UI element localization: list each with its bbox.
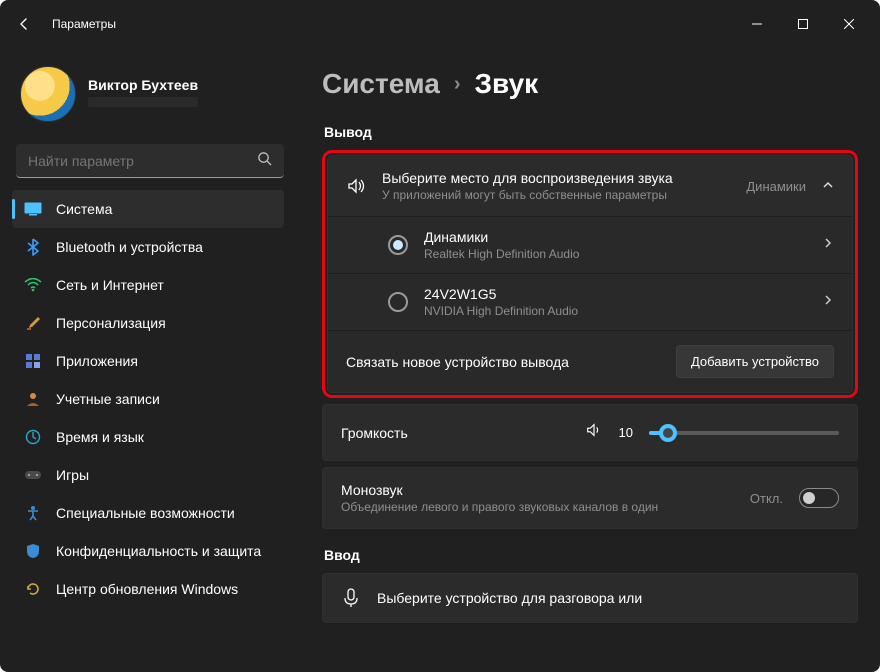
nav-privacy[interactable]: Конфиденциальность и защита: [12, 532, 284, 570]
apps-icon: [24, 352, 42, 370]
slider-thumb[interactable]: [659, 424, 677, 442]
nav-list: Система Bluetooth и устройства Сеть и Ин…: [12, 190, 288, 672]
profile[interactable]: Виктор Бухтеев: [12, 48, 288, 140]
maximize-icon: [798, 19, 808, 29]
mono-row[interactable]: Монозвук Объединение левого и правого зв…: [323, 468, 857, 528]
user-email-redacted: [88, 97, 198, 107]
radio-selected[interactable]: [388, 235, 408, 255]
search-icon: [257, 151, 272, 171]
volume-icon[interactable]: [585, 421, 603, 444]
section-output-title: Вывод: [324, 124, 858, 140]
output-chooser-title: Выберите место для воспроизведения звука: [382, 170, 730, 186]
wifi-icon: [24, 276, 42, 294]
close-button[interactable]: [826, 8, 872, 40]
nav-network[interactable]: Сеть и Интернет: [12, 266, 284, 304]
update-icon: [24, 580, 42, 598]
input-chooser-title: Выберите устройство для разговора или: [377, 590, 839, 606]
nav-label: Конфиденциальность и защита: [56, 543, 261, 559]
nav-label: Центр обновления Windows: [56, 581, 238, 597]
maximize-button[interactable]: [780, 8, 826, 40]
input-device-card: Выберите устройство для разговора или: [322, 573, 858, 623]
output-device-card: Выберите место для воспроизведения звука…: [327, 155, 853, 393]
chevron-up-icon: [822, 179, 834, 194]
nav-accounts[interactable]: Учетные записи: [12, 380, 284, 418]
mono-subtitle: Объединение левого и правого звуковых ка…: [341, 500, 734, 514]
search-input[interactable]: [28, 153, 257, 169]
nav-label: Игры: [56, 467, 89, 483]
pair-text: Связать новое устройство вывода: [346, 354, 660, 370]
main-content: Система › Звук Вывод Выберите место для …: [300, 48, 880, 672]
back-button[interactable]: [8, 8, 40, 40]
breadcrumb: Система › Звук: [322, 60, 858, 116]
breadcrumb-parent[interactable]: Система: [322, 68, 440, 100]
display-icon: [24, 200, 42, 218]
radio-unselected[interactable]: [388, 292, 408, 312]
device-desc: NVIDIA High Definition Audio: [424, 304, 806, 318]
output-device-row[interactable]: Динамики Realtek High Definition Audio: [328, 216, 852, 273]
avatar: [20, 66, 76, 122]
nav-accessibility[interactable]: Специальные возможности: [12, 494, 284, 532]
user-name: Виктор Бухтеев: [88, 77, 198, 93]
volume-label: Громкость: [341, 425, 569, 441]
pair-device-row: Связать новое устройство вывода Добавить…: [328, 330, 852, 392]
nav-label: Специальные возможности: [56, 505, 235, 521]
device-desc: Realtek High Definition Audio: [424, 247, 806, 261]
titlebar: Параметры: [0, 0, 880, 48]
speaker-icon: [346, 176, 366, 196]
nav-label: Bluetooth и устройства: [56, 239, 203, 255]
close-icon: [844, 19, 854, 29]
nav-label: Персонализация: [56, 315, 166, 331]
microphone-icon: [341, 588, 361, 608]
output-device-row[interactable]: 24V2W1G5 NVIDIA High Definition Audio: [328, 273, 852, 330]
brush-icon: [24, 314, 42, 332]
arrow-left-icon: [16, 16, 32, 32]
breadcrumb-current: Звук: [475, 68, 539, 100]
gamepad-icon: [24, 466, 42, 484]
nav-gaming[interactable]: Игры: [12, 456, 284, 494]
add-device-button[interactable]: Добавить устройство: [676, 345, 834, 378]
nav-label: Система: [56, 201, 112, 217]
nav-label: Сеть и Интернет: [56, 277, 164, 293]
section-input-title: Ввод: [324, 547, 858, 563]
window-title: Параметры: [52, 17, 116, 31]
nav-update[interactable]: Центр обновления Windows: [12, 570, 284, 608]
mono-title: Монозвук: [341, 482, 734, 498]
shield-icon: [24, 542, 42, 560]
volume-value: 10: [619, 425, 633, 440]
minimize-button[interactable]: [734, 8, 780, 40]
output-current-value: Динамики: [746, 179, 806, 194]
volume-card: Громкость 10: [322, 404, 858, 461]
bluetooth-icon: [24, 238, 42, 256]
nav-time[interactable]: Время и язык: [12, 418, 284, 456]
chevron-right-icon[interactable]: [822, 293, 834, 311]
nav-label: Учетные записи: [56, 391, 160, 407]
nav-personalization[interactable]: Персонализация: [12, 304, 284, 342]
volume-slider[interactable]: [649, 431, 839, 435]
chevron-right-icon: ›: [454, 73, 461, 96]
search-box[interactable]: [16, 144, 284, 178]
output-chooser-row[interactable]: Выберите место для воспроизведения звука…: [328, 156, 852, 216]
output-highlight: Выберите место для воспроизведения звука…: [322, 150, 858, 398]
chevron-right-icon[interactable]: [822, 236, 834, 254]
mono-state: Откл.: [750, 491, 783, 506]
clock-globe-icon: [24, 428, 42, 446]
nav-system[interactable]: Система: [12, 190, 284, 228]
nav-apps[interactable]: Приложения: [12, 342, 284, 380]
device-name: 24V2W1G5: [424, 286, 806, 302]
accounts-icon: [24, 390, 42, 408]
accessibility-icon: [24, 504, 42, 522]
input-chooser-row[interactable]: Выберите устройство для разговора или: [323, 574, 857, 622]
minimize-icon: [752, 19, 762, 29]
nav-label: Время и язык: [56, 429, 144, 445]
output-chooser-subtitle: У приложений могут быть собственные пара…: [382, 188, 730, 202]
settings-window: Параметры Виктор Бухтеев: [0, 0, 880, 672]
nav-label: Приложения: [56, 353, 138, 369]
device-name: Динамики: [424, 229, 806, 245]
mono-toggle[interactable]: [799, 488, 839, 508]
sidebar: Виктор Бухтеев Система Bluetooth и устро…: [0, 48, 300, 672]
nav-bluetooth[interactable]: Bluetooth и устройства: [12, 228, 284, 266]
mono-card: Монозвук Объединение левого и правого зв…: [322, 467, 858, 529]
